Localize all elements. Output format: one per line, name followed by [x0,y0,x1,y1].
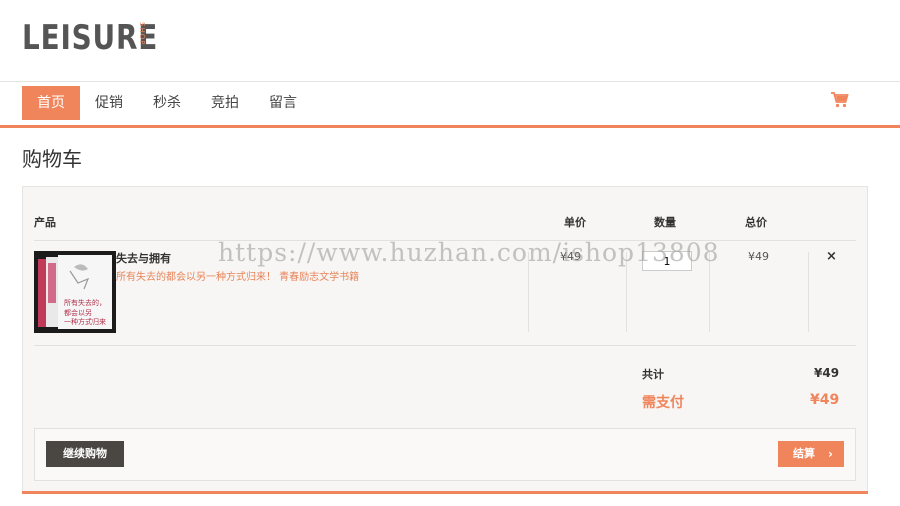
nav-item-auction[interactable]: 竞拍 [196,86,254,120]
row-divider-line [34,345,856,346]
checkout-button[interactable]: 结算 › [778,441,844,467]
page-title: 购物车 [22,147,82,171]
watermark-text: https://www.huzhan.com/ishop13808 [218,238,720,267]
product-thumbnail[interactable]: 所有失去的， 都会以另 一种方式归来 [34,251,116,333]
nav-accent-line [0,125,900,128]
site-logo[interactable]: LEISURE SHOP [22,18,188,58]
continue-shopping-button[interactable]: 继续购物 [46,441,124,467]
product-description: 所有失去的都会以另一种方式归来！ 青春励志文学书籍 [116,272,360,283]
subtotal-label: 共计 [642,368,664,381]
chevron-right-icon: › [828,447,833,461]
header-product: 产品 [34,216,56,229]
shopping-cart-icon[interactable] [830,90,850,110]
checkout-label: 结算 [793,447,815,460]
cart-panel-accent [22,491,868,494]
cover-text: 所有失去的， [64,298,106,307]
pay-label: 需支付 [642,395,684,411]
svg-text:都会以另: 都会以另 [64,308,92,317]
nav-item-flash-sale[interactable]: 秒杀 [138,86,196,120]
nav-item-message[interactable]: 留言 [254,86,312,120]
header-total: 总价 [745,216,767,229]
subtotal-value: ¥49 [814,366,840,380]
logo-subtext: SHOP [138,22,146,46]
column-divider [808,252,809,332]
main-nav: 首页 促销 秒杀 竞拍 留言 [22,86,312,120]
header-divider [0,81,900,82]
action-bar [34,428,856,481]
nav-item-promotion[interactable]: 促销 [80,86,138,120]
nav-item-home[interactable]: 首页 [22,86,80,120]
product-name[interactable]: 失去与拥有 [116,250,171,266]
svg-text:一种方式归来: 一种方式归来 [64,317,106,326]
line-total: ¥49 [748,250,769,263]
pay-value: ¥49 [810,392,840,408]
remove-item-button[interactable]: × [826,249,837,264]
header-quantity: 数量 [654,216,676,229]
header-unit-price: 单价 [564,216,586,229]
